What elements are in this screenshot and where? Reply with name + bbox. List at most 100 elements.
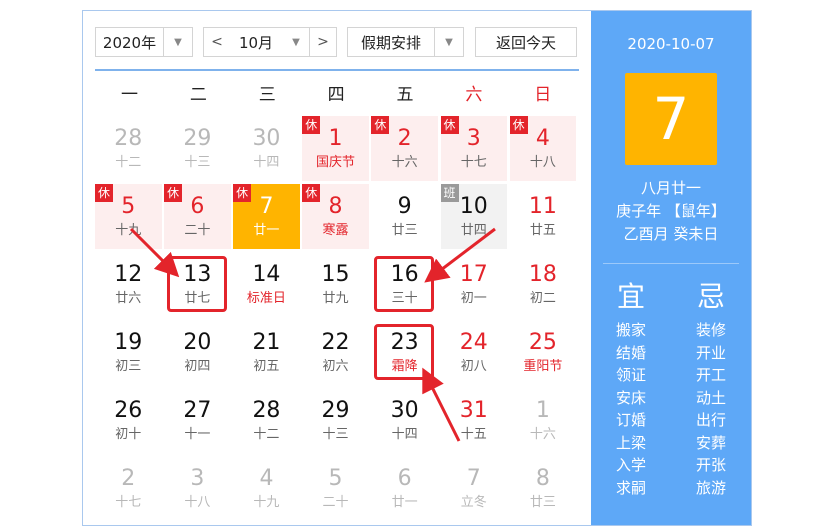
day-cell[interactable]: 11 廿五 <box>510 184 577 249</box>
lunar-label: 初六 <box>322 359 349 374</box>
highlight-box <box>374 256 435 312</box>
lunar-label: 廿四 <box>460 223 487 238</box>
day-number: 17 <box>459 262 488 287</box>
day-cell[interactable]: 8 廿三 <box>510 456 577 521</box>
day-cell[interactable]: 29 十三 <box>302 388 369 453</box>
day-cell-today[interactable]: 休 7 廿一 <box>233 184 300 249</box>
day-number: 9 <box>397 194 412 219</box>
month-select[interactable]: 10月 ▼ <box>230 27 310 57</box>
day-cell[interactable]: 30 十四 <box>371 388 438 453</box>
weekday-label: 日 <box>534 85 552 105</box>
prev-month-button[interactable]: < <box>203 27 231 57</box>
day-number: 21 <box>252 330 281 355</box>
ji-item: 旅游 <box>695 478 726 497</box>
lunar-date: 八月廿一 <box>640 179 701 197</box>
weekday-header: 一 二 三 四 五 六 日 <box>95 75 579 115</box>
back-to-today-button[interactable]: 返回今天 <box>475 27 577 57</box>
lunar-label: 廿一 <box>253 223 280 238</box>
day-number: 8 <box>328 194 343 219</box>
day-cell[interactable]: 休 2 十六 <box>371 116 438 181</box>
year-select[interactable]: 2020年 ▼ <box>95 27 193 57</box>
day-cell[interactable]: 30 十四 <box>233 116 300 181</box>
day-cell[interactable]: 14 标准日 <box>233 252 300 317</box>
day-cell[interactable]: 27 十一 <box>164 388 231 453</box>
day-cell[interactable]: 20 初四 <box>164 320 231 385</box>
lunar-label: 国庆节 <box>316 155 356 170</box>
day-number: 28 <box>114 126 143 151</box>
day-cell[interactable]: 28 十二 <box>95 116 162 181</box>
lunar-label: 十三 <box>184 155 211 170</box>
chevron-down-icon: ▼ <box>434 28 463 56</box>
lunar-label: 廿一 <box>391 495 418 510</box>
lunar-label: 十三 <box>322 427 349 442</box>
year-select-label: 2020年 <box>102 33 157 52</box>
lunar-label: 重阳节 <box>523 359 563 374</box>
lunar-label: 十七 <box>460 155 487 170</box>
lunar-label: 十九 <box>115 223 142 238</box>
ji-item: 动土 <box>695 388 726 407</box>
yi-item: 上梁 <box>615 433 646 452</box>
day-cell[interactable]: 22 初六 <box>302 320 369 385</box>
highlight-box <box>374 324 435 380</box>
day-cell[interactable]: 休 8 寒露 <box>302 184 369 249</box>
lunar-label: 十六 <box>391 155 418 170</box>
day-number: 28 <box>252 398 281 423</box>
lunar-label: 初二 <box>529 291 556 306</box>
yi-column: 宜 搬家 结婚 领证 安床 订婚 上梁 入学 求嗣 <box>606 277 656 499</box>
day-cell[interactable]: 7 立冬 <box>441 456 508 521</box>
day-cell[interactable]: 3 十八 <box>164 456 231 521</box>
lunar-label: 十九 <box>253 495 280 510</box>
day-cell[interactable]: 28 十二 <box>233 388 300 453</box>
day-cell[interactable]: 班 10 廿四 <box>440 184 507 249</box>
day-number: 6 <box>190 194 205 219</box>
day-cell[interactable]: 休 4 十八 <box>509 116 577 181</box>
lunar-label: 初四 <box>184 359 211 374</box>
day-number: 11 <box>528 194 557 219</box>
day-cell[interactable]: 18 初二 <box>510 252 577 317</box>
lunar-label: 廿三 <box>529 495 556 510</box>
calendar-main: 2020年 ▼ < 10月 ▼ > 假期安排 ▼ 返回今天 一 二 三 四 五 … <box>83 11 591 525</box>
day-cell[interactable]: 休 5 十九 <box>95 184 162 249</box>
day-number: 30 <box>390 398 419 423</box>
holiday-select[interactable]: 假期安排 ▼ <box>347 27 464 57</box>
next-month-button[interactable]: > <box>309 27 337 57</box>
lunar-label: 十四 <box>253 155 280 170</box>
back-to-today-label: 返回今天 <box>495 33 556 52</box>
lunar-label: 寒露 <box>322 223 349 238</box>
lunar-label: 廿三 <box>391 223 418 238</box>
day-number: 10 <box>459 194 488 219</box>
day-cell[interactable]: 24 初八 <box>441 320 508 385</box>
day-cell[interactable]: 4 十九 <box>233 456 300 521</box>
lunar-label: 二十 <box>184 223 211 238</box>
day-cell[interactable]: 26 初十 <box>95 388 162 453</box>
day-cell[interactable]: 19 初三 <box>95 320 162 385</box>
ji-item: 出行 <box>695 411 726 429</box>
day-cell[interactable]: 25 重阳节 <box>510 320 577 385</box>
lunar-label: 初八 <box>460 359 487 374</box>
day-cell[interactable]: 15 廿九 <box>302 252 369 317</box>
day-cell[interactable]: 休 6 二十 <box>164 184 231 249</box>
day-number: 2 <box>397 126 412 151</box>
lunar-label: 立冬 <box>460 495 487 510</box>
day-cell[interactable]: 17 初一 <box>441 252 508 317</box>
weekday-label: 一 <box>120 85 138 105</box>
day-cell[interactable]: 1 十六 <box>510 388 577 453</box>
day-cell[interactable]: 休 3 十七 <box>440 116 507 181</box>
day-cell[interactable]: 12 廿六 <box>95 252 162 317</box>
day-cell[interactable]: 9 廿三 <box>371 184 438 249</box>
day-number: 26 <box>114 398 143 423</box>
day-cell[interactable]: 5 二十 <box>302 456 369 521</box>
lunar-year: 庚子年 【鼠年】 <box>616 202 726 220</box>
day-cell[interactable]: 21 初五 <box>233 320 300 385</box>
day-cell[interactable]: 29 十三 <box>164 116 231 181</box>
day-number: 15 <box>321 262 350 287</box>
lunar-month-day: 乙酉月 癸未日 <box>623 225 719 243</box>
weekday-label: 六 <box>465 85 483 105</box>
day-cell[interactable]: 31 十五 <box>441 388 508 453</box>
day-cell[interactable]: 休 1 国庆节 <box>302 116 369 181</box>
yi-item: 结婚 <box>615 343 646 362</box>
day-cell[interactable]: 6 廿一 <box>371 456 438 521</box>
lunar-label: 十八 <box>529 155 556 170</box>
lunar-label: 初三 <box>115 359 142 374</box>
day-cell[interactable]: 2 十七 <box>95 456 162 521</box>
